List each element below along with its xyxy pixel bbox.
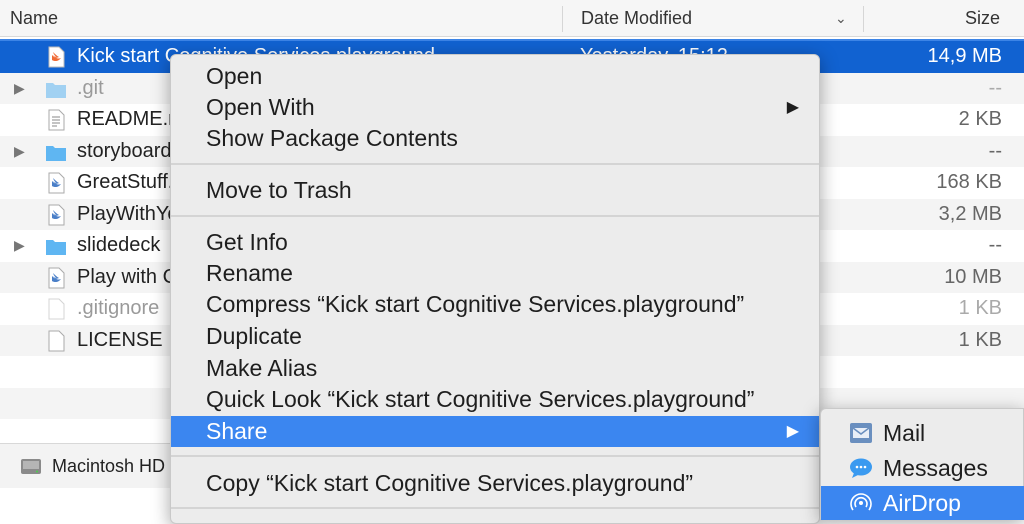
menu-item-label: Rename [206,260,293,286]
hard-disk-icon [21,459,41,474]
folder-icon [46,82,66,98]
share-item-label: Mail [883,420,926,446]
folder-icon [46,240,66,255]
text-file-icon [48,109,65,131]
file-size: 2 KB [958,108,1002,130]
disclosure-triangle-icon[interactable]: ▶ [14,73,25,105]
file-size: -- [988,139,1002,162]
name-column-header[interactable]: Name [10,0,58,36]
share-item-messages[interactable]: Messages [821,451,1024,485]
file-size: 1 KB [958,297,1002,319]
airdrop-icon [850,493,872,511]
mail-icon [850,423,872,443]
file-name: slidedeck [77,234,161,256]
share-item-label: AirDrop [883,490,961,516]
file-name: .gitignore [77,297,160,319]
menu-separator [171,455,819,457]
swift-file-icon [48,204,65,225]
size-column-header[interactable]: Size [965,0,1000,36]
context-menu: Open Open With ▶ Show Package Contents Mo… [170,54,820,524]
column-header: Name Date Modified ⌄ Size [0,0,1024,37]
disclosure-triangle-icon[interactable]: ▶ [14,230,25,262]
menu-item-label: Make Alias [206,355,318,381]
file-size: -- [988,76,1002,99]
menu-item-compress[interactable]: Compress “Kick start Cognitive Services.… [171,289,819,320]
share-submenu: Mail Messages AirDrop [820,408,1024,520]
menu-item-open-with[interactable]: Open With ▶ [171,92,819,123]
menu-item-open[interactable]: Open [171,61,819,92]
share-item-label: Messages [883,455,988,481]
menu-item-share[interactable]: Share ▶ [171,416,819,447]
file-size: 168 KB [936,171,1002,193]
menu-item-rename[interactable]: Rename [171,258,819,289]
menu-item-label: Copy “Kick start Cognitive Services.play… [206,470,694,496]
menu-item-show-package-contents[interactable]: Show Package Contents [171,123,819,154]
menu-item-get-info[interactable]: Get Info [171,227,819,258]
path-disk-label[interactable]: Macintosh HD [52,444,165,488]
blank-file-icon [48,330,65,351]
date-modified-column-header[interactable]: Date Modified [581,0,692,36]
menu-item-duplicate[interactable]: Duplicate [171,321,819,352]
menu-item-label: Move to Trash [206,177,352,203]
menu-item-label: Get Info [206,229,288,255]
file-size: 1 KB [958,328,1002,351]
swift-file-icon [48,46,65,68]
swift-file-icon [48,172,65,194]
messages-icon [850,458,872,478]
menu-separator [171,163,819,165]
menu-item-copy[interactable]: Copy “Kick start Cognitive Services.play… [171,468,819,499]
file-size: 3,2 MB [938,202,1002,225]
file-name: .git [77,76,104,99]
menu-item-label: Quick Look “Kick start Cognitive Service… [206,386,755,412]
file-name: storyboards [77,139,182,162]
swift-file-icon [48,267,65,288]
file-size: 10 MB [944,265,1002,288]
menu-item-label: Duplicate [206,323,302,349]
column-divider[interactable] [863,6,864,32]
file-size: 14,9 MB [927,45,1002,67]
menu-separator [171,215,819,217]
menu-item-label: Show Package Contents [206,125,458,151]
share-item-mail[interactable]: Mail [821,416,1024,450]
submenu-arrow-icon: ▶ [786,99,799,116]
share-item-airdrop[interactable]: AirDrop [821,486,1024,520]
menu-item-label: Open [206,63,263,89]
sort-chevron-down-icon[interactable]: ⌄ [835,0,847,36]
menu-separator [171,507,819,509]
menu-item-quick-look[interactable]: Quick Look “Kick start Cognitive Service… [171,384,819,415]
menu-item-label: Share [206,418,268,444]
blank-file-icon [48,298,65,320]
file-name: LICENSE [77,328,163,351]
folder-icon [46,145,66,161]
submenu-arrow-icon: ▶ [786,423,799,440]
disclosure-triangle-icon[interactable]: ▶ [14,136,25,168]
menu-item-label: Open With [206,94,315,120]
file-size: -- [988,234,1002,256]
menu-item-label: Compress “Kick start Cognitive Services.… [206,291,745,317]
menu-item-move-to-trash[interactable]: Move to Trash [171,175,819,206]
menu-item-make-alias[interactable]: Make Alias [171,353,819,384]
column-divider[interactable] [562,6,563,32]
